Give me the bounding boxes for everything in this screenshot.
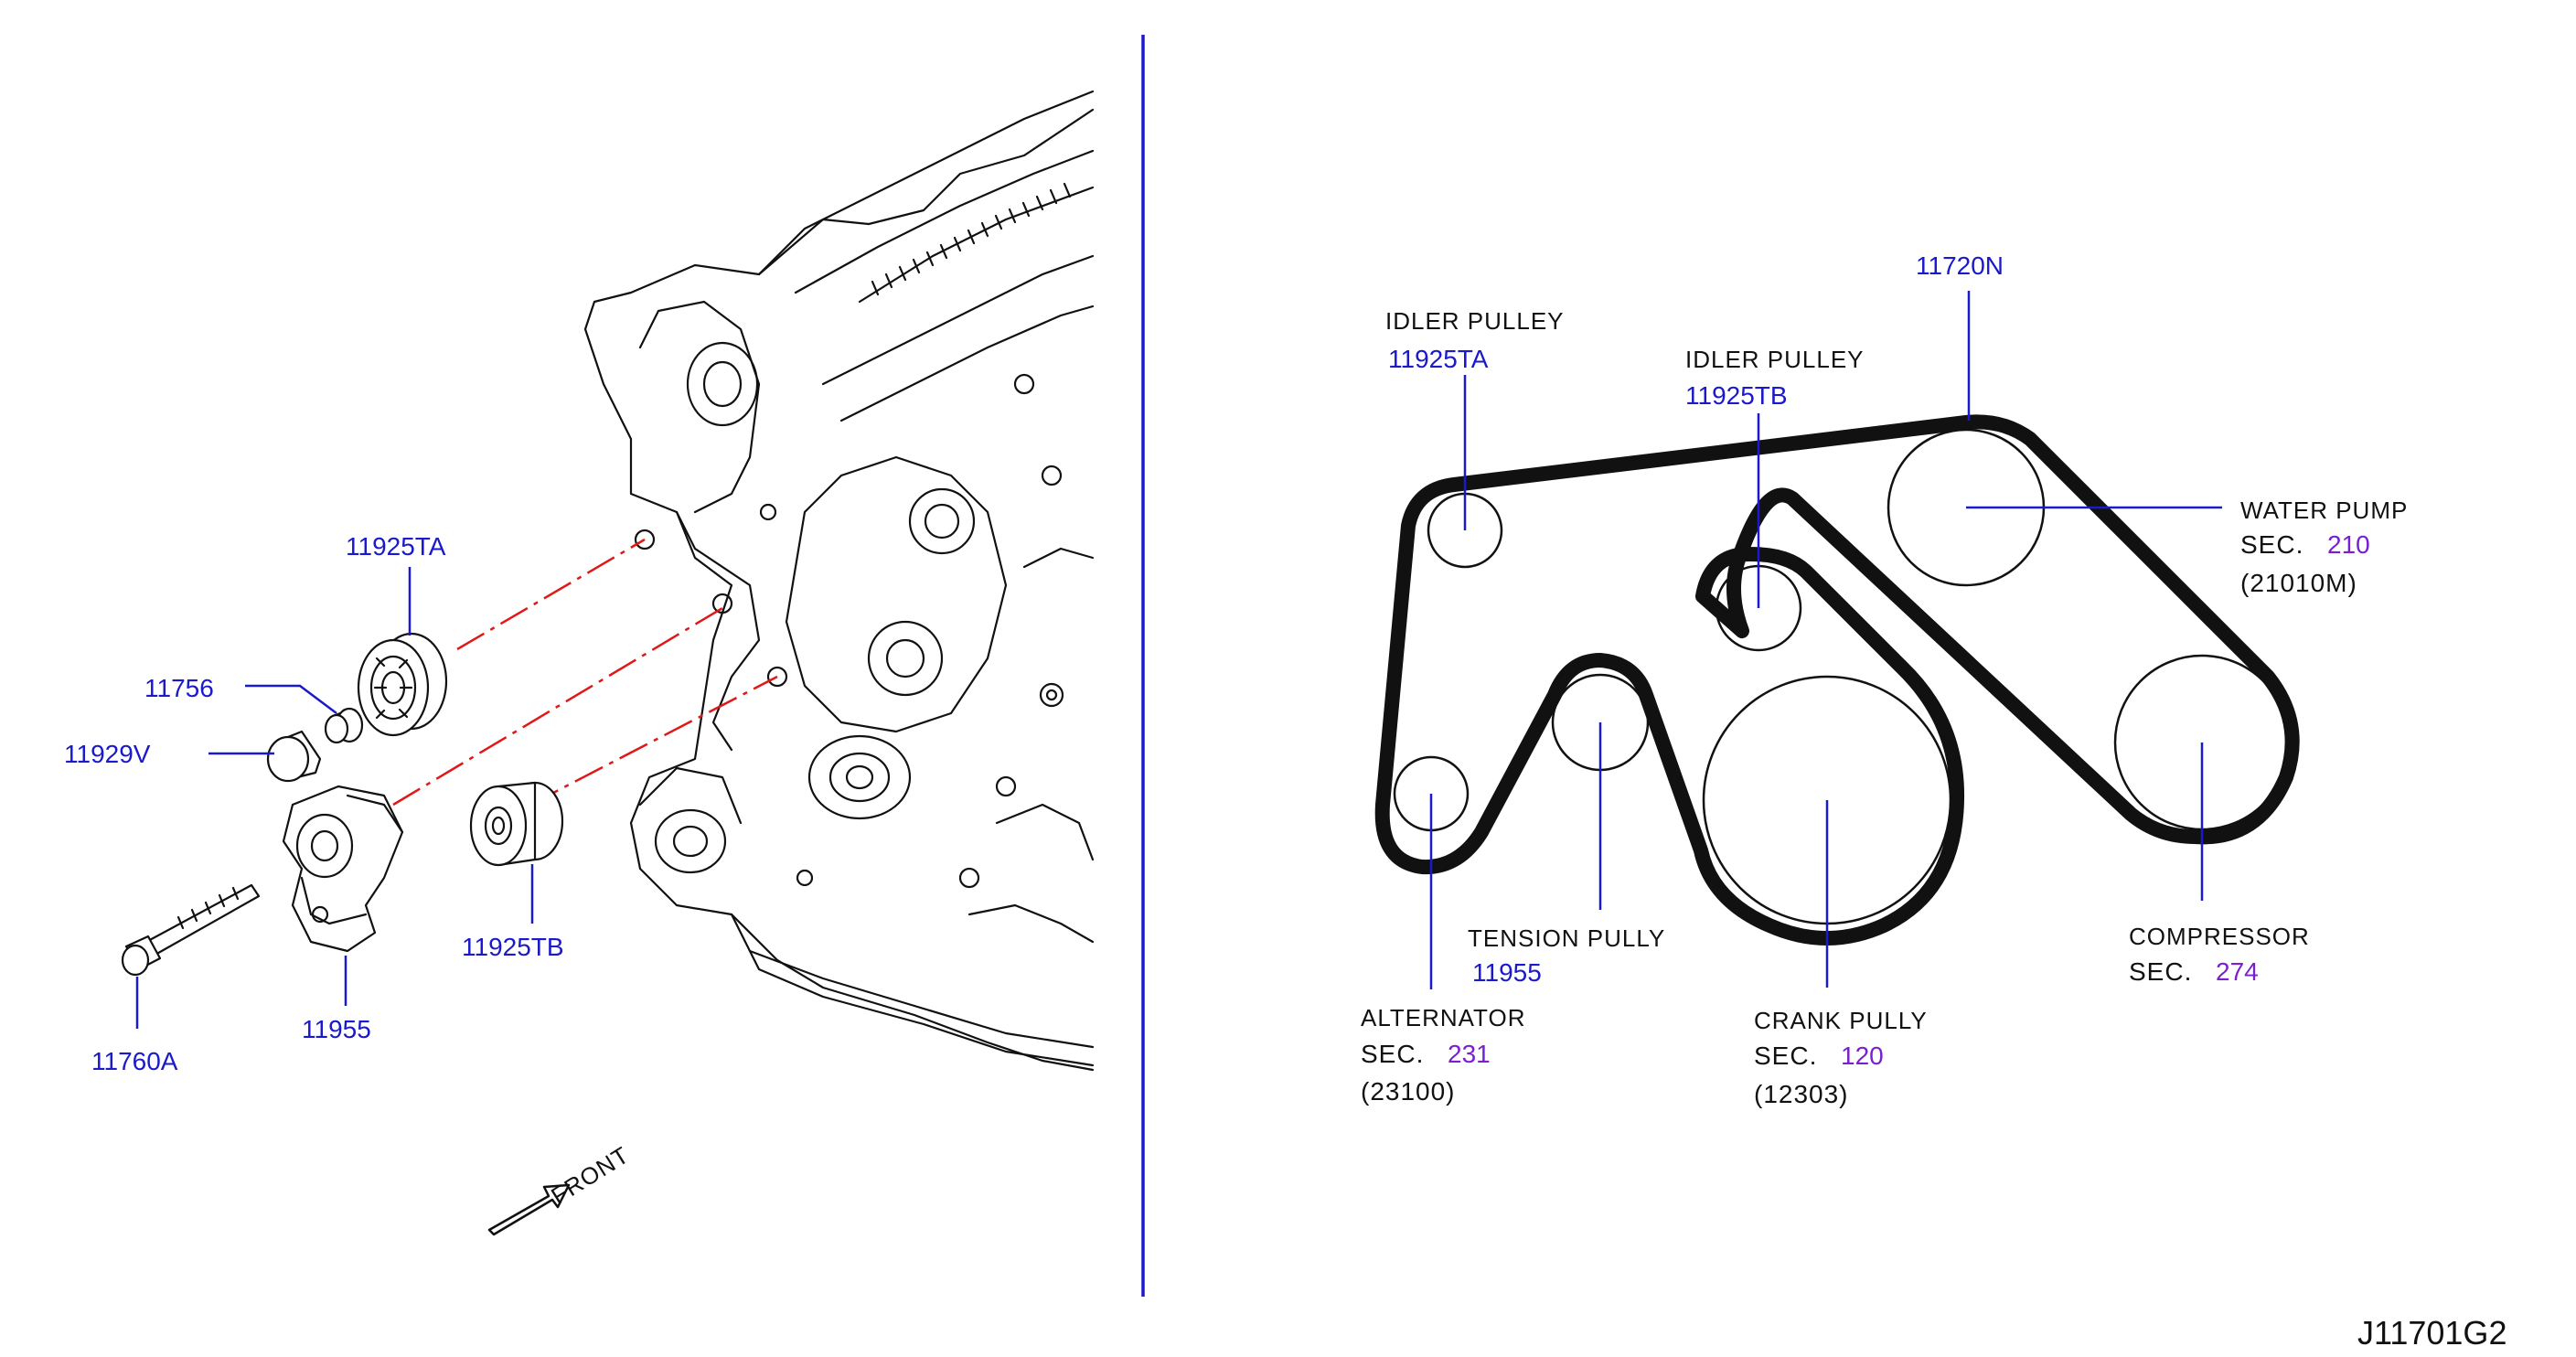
label-water-pump-code: (21010M) xyxy=(2240,569,2357,597)
label-crank-code: (12303) xyxy=(1754,1080,1849,1108)
parts-diagram: 11925TA 11756 11929V 11955 11760A 11925T… xyxy=(64,35,2507,1352)
label-water-pump-sec: SEC. xyxy=(2240,530,2303,559)
bolt-part xyxy=(121,883,261,977)
label-water-pump-sec-num: 210 xyxy=(2327,530,2370,559)
label-idler-tb-name: IDLER PULLEY xyxy=(1685,346,1865,373)
drive-belt xyxy=(1374,414,2300,946)
label-11720n: 11720N xyxy=(1916,251,2004,280)
label-alternator-code: (23100) xyxy=(1361,1077,1456,1106)
label-crank-sec-num: 120 xyxy=(1841,1042,1884,1070)
front-label: FRONT xyxy=(546,1141,634,1211)
assembly-centerlines xyxy=(392,538,778,807)
collar-part xyxy=(324,707,364,744)
leader-11756 xyxy=(245,684,337,714)
tensioner-part xyxy=(282,785,404,953)
label-water-pump-name: WATER PUMP xyxy=(2240,497,2408,524)
label-11760a: 11760A xyxy=(91,1047,178,1075)
label-alternator-sec-num: 231 xyxy=(1448,1040,1491,1068)
diagram-code: J11701G2 xyxy=(2357,1314,2507,1352)
label-crank-name: CRANK PULLY xyxy=(1754,1007,1928,1034)
label-11925ta-left: 11925TA xyxy=(346,532,446,561)
cap-part xyxy=(266,730,322,783)
label-tension-name: TENSION PULLY xyxy=(1468,924,1665,952)
engine-illustration xyxy=(583,90,1095,1072)
label-compressor-name: COMPRESSOR xyxy=(2129,923,2310,950)
label-tension-part: 11955 xyxy=(1472,958,1542,987)
idler-pulley-ta-part xyxy=(357,632,448,737)
label-idler-ta-part: 11925TA xyxy=(1388,345,1489,373)
belt-routing-diagram xyxy=(1374,414,2300,946)
label-11925tb-left: 11925TB xyxy=(462,933,564,961)
label-11929v: 11929V xyxy=(64,740,151,768)
label-compressor-sec-num: 274 xyxy=(2216,957,2259,986)
label-alternator-name: ALTERNATOR xyxy=(1361,1004,1525,1031)
label-idler-ta-name: IDLER PULLEY xyxy=(1385,307,1565,335)
label-compressor-sec: SEC. xyxy=(2129,957,2192,986)
label-11955-left: 11955 xyxy=(302,1015,371,1043)
label-11756: 11756 xyxy=(144,674,214,702)
label-idler-tb-part: 11925TB xyxy=(1685,381,1788,410)
idler-pulley-tb-part xyxy=(469,781,564,867)
label-crank-sec: SEC. xyxy=(1754,1042,1817,1070)
label-alternator-sec: SEC. xyxy=(1361,1040,1424,1068)
front-arrow: FRONT xyxy=(487,1141,634,1236)
